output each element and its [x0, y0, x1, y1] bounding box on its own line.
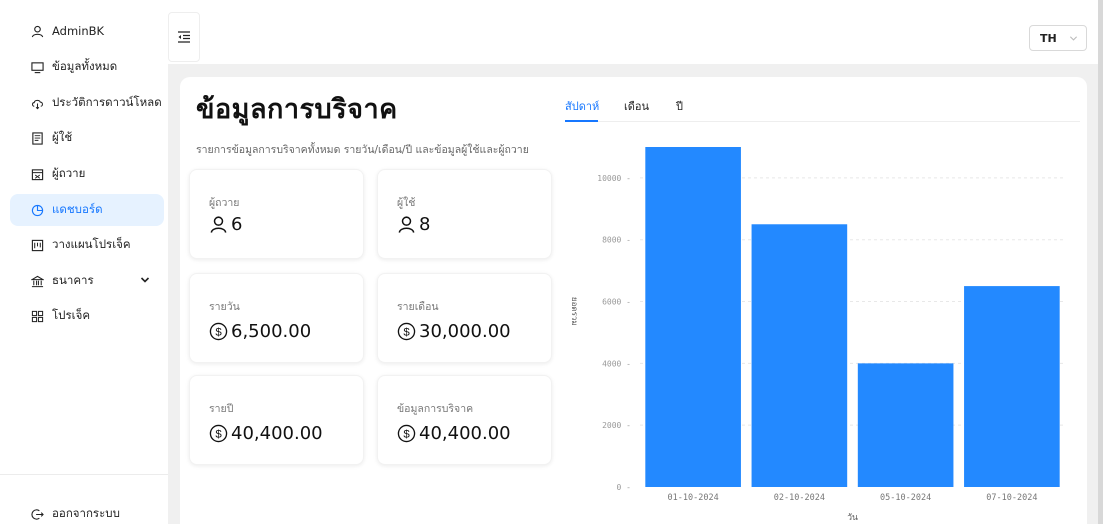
sidebar-item-donors[interactable]: ผู้ถวาย [10, 158, 164, 190]
x-axis-label: วัน [847, 513, 858, 523]
sidebar-item-label: ข้อมูลทั้งหมด [52, 59, 118, 73]
logout-label: ออกจากระบบ [52, 506, 120, 520]
stat-card-yearly: รายปี $ 40,400.00 [189, 375, 364, 465]
stat-label: รายปี [209, 403, 234, 415]
stat-value: $ 6,500.00 [209, 321, 311, 342]
stat-value: $ 30,000.00 [397, 321, 511, 342]
sidebar-item-label: ธนาคาร [52, 273, 94, 287]
language-select[interactable]: TH [1029, 25, 1087, 51]
stat-card-donors: ผู้ถวาย 6 [189, 169, 364, 259]
stat-card-monthly: รายเดือน $ 30,000.00 [377, 273, 552, 363]
page-title: ข้อมูลการบริจาค [196, 94, 398, 125]
tab-month[interactable]: เดือน [624, 97, 649, 115]
bar [751, 224, 848, 487]
sidebar-item-label: ผู้ถวาย [52, 166, 86, 180]
project-icon [30, 238, 44, 252]
sidebar-item-label: วางแผนโปรเจ็ค [52, 237, 131, 251]
y-tick-label: 4000 - [602, 359, 631, 368]
stat-label: ผู้ถวาย [209, 197, 240, 209]
sidebar-item-admin[interactable]: AdminBK [10, 15, 164, 47]
user-icon [210, 216, 227, 233]
y-tick-label: 8000 - [602, 236, 631, 245]
sidebar-divider [0, 474, 168, 475]
svg-text:$: $ [215, 327, 222, 339]
svg-text:$: $ [403, 327, 410, 339]
calendar-icon [30, 167, 44, 181]
bank-icon [30, 274, 44, 288]
chevron-down-icon [1069, 36, 1078, 41]
dollar-circle-icon: $ [397, 424, 416, 443]
menu-fold-icon [178, 31, 190, 43]
stat-card-daily: รายวัน $ 6,500.00 [189, 273, 364, 363]
scrollbar[interactable] [1098, 0, 1103, 524]
sidebar-item-label: ประวัติการดาวน์โหลด [52, 95, 162, 109]
sidebar: AdminBK ข้อมูลทั้งหมด ประวัติการดาวน์โหล… [0, 0, 168, 524]
bar [857, 363, 954, 487]
chevron-down-icon[interactable] [140, 275, 150, 285]
logout-icon [30, 507, 44, 521]
page-subtitle: รายการข้อมูลการบริจาคทั้งหมด รายวัน/เดือ… [196, 144, 529, 156]
x-tick-label: 01-10-2024 [668, 493, 719, 503]
bar [645, 147, 741, 487]
stat-value: $ 40,400.00 [397, 423, 511, 444]
user-icon [30, 24, 44, 38]
stat-value: 8 [397, 214, 430, 235]
stat-value: $ 40,400.00 [209, 423, 323, 444]
stat-label: ผู้ใช้ [397, 197, 416, 209]
sidebar-item-project-planning[interactable]: วางแผนโปรเจ็ค [10, 229, 164, 261]
dollar-circle-icon: $ [209, 322, 228, 341]
grid-icon [30, 309, 44, 323]
bar [964, 286, 1060, 487]
stat-label: ข้อมูลการบริจาค [397, 403, 474, 415]
x-tick-label: 02-10-2024 [774, 493, 825, 503]
dashboard-card: ข้อมูลการบริจาค รายการข้อมูลการบริจาคทั้… [180, 77, 1087, 524]
dollar-circle-icon: $ [397, 322, 416, 341]
sidebar-item-label: แดชบอร์ด [52, 202, 103, 216]
cloud-download-icon [30, 96, 44, 110]
y-tick-label: 2000 - [602, 421, 631, 430]
sidebar-item-label: โปรเจ็ค [52, 308, 91, 322]
tab-divider [565, 121, 1080, 122]
sidebar-item-bank[interactable]: ธนาคาร [10, 265, 164, 297]
stat-value: 6 [209, 214, 242, 235]
sidebar-item-label: AdminBK [52, 24, 105, 38]
x-tick-label: 05-10-2024 [880, 493, 931, 503]
sidebar-item-users[interactable]: ผู้ใช้ [10, 122, 164, 154]
stat-label: รายวัน [209, 301, 240, 313]
language-value: TH [1040, 31, 1057, 45]
svg-text:$: $ [215, 429, 222, 441]
y-tick-label: 0 - [617, 483, 631, 492]
donation-bar-chart: 0 - 2000 - 4000 - 6000 - 8000 - 10000 - 01-10-… [570, 147, 1065, 523]
sidebar-item-label: ผู้ใช้ [52, 130, 73, 144]
tab-year[interactable]: ปี [676, 97, 683, 115]
stat-label: รายเดือน [397, 301, 439, 313]
sidebar-item-all-data[interactable]: ข้อมูลทั้งหมด [10, 51, 164, 83]
stat-card-users: ผู้ใช้ 8 [377, 169, 552, 259]
y-axis-label: ยอดรวม [570, 297, 579, 326]
top-header: TH [168, 0, 1103, 64]
pie-chart-icon [30, 203, 44, 217]
user-icon [398, 216, 415, 233]
id-card-icon [30, 131, 44, 145]
dollar-circle-icon: $ [209, 424, 228, 443]
sidebar-item-projects[interactable]: โปรเจ็ค [10, 300, 164, 332]
y-tick-label: 6000 - [602, 298, 631, 307]
svg-text:$: $ [403, 429, 410, 441]
y-tick-label: 10000 - [597, 174, 631, 183]
menu-toggle-button[interactable] [168, 12, 200, 62]
logout-button[interactable]: ออกจากระบบ [10, 498, 164, 524]
sidebar-item-download-history[interactable]: ประวัติการดาวน์โหลด [10, 87, 164, 119]
tab-week[interactable]: สัปดาห์ [565, 97, 599, 115]
x-tick-label: 07-10-2024 [986, 493, 1037, 503]
monitor-icon [30, 60, 44, 74]
stat-card-donation-total: ข้อมูลการบริจาค $ 40,400.00 [377, 375, 552, 465]
sidebar-item-dashboard[interactable]: แดชบอร์ด [10, 194, 164, 226]
tab-active-indicator [565, 120, 598, 122]
